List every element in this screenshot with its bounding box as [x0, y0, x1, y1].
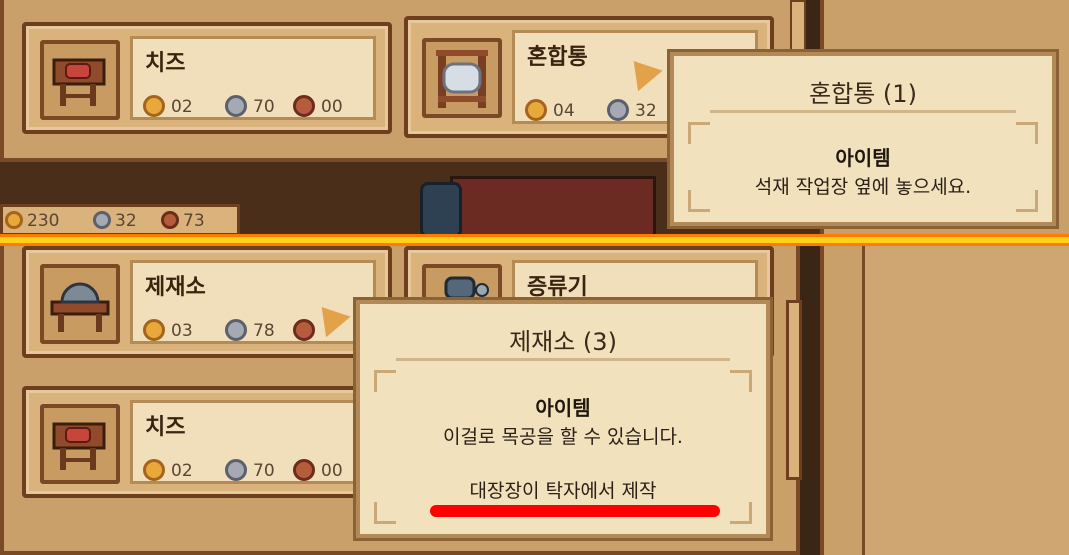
item-name: 제재소 — [145, 275, 206, 300]
gold-cost: 02 — [171, 97, 193, 117]
copper-coin-icon — [161, 211, 179, 229]
corner-ornament — [688, 190, 710, 212]
mixer-icon-frame — [422, 38, 502, 118]
shop-scrollbar-bottom[interactable] — [786, 300, 802, 480]
right-panel-inner — [862, 246, 1069, 555]
tooltip-description: 이걸로 목공을 할 수 있습니다. — [443, 426, 683, 448]
corner-ornament — [730, 502, 752, 524]
cheese-icon-frame — [40, 404, 120, 484]
tooltip-mixer: 혼합통 (1) 아이템 석재 작업장 옆에 놓으세요. — [670, 52, 1056, 226]
copper-coin-icon — [293, 319, 315, 341]
scene-divider-core — [0, 237, 1069, 243]
hud-gold: 230 — [27, 211, 60, 231]
tooltip-divider — [710, 110, 1016, 113]
tooltip-title: 혼합통 (1) — [809, 80, 917, 108]
tooltip-heading: 아이템 — [535, 396, 591, 420]
bottom-scene: 제재소 03 78 증류기 치즈 02 70 00 제재소 (3) 아이템 이걸… — [0, 246, 1069, 555]
sawmill-icon-frame — [40, 264, 120, 344]
copper-coin-icon — [293, 459, 315, 481]
shop-card-cheese-2[interactable]: 치즈 02 70 00 — [22, 386, 392, 498]
tooltip-description: 석재 작업장 옆에 놓으세요. — [754, 176, 972, 198]
stove-prop — [450, 176, 656, 236]
shop-card-cheese[interactable]: 치즈 02 70 00 — [22, 22, 392, 134]
tooltip-title: 제재소 (3) — [509, 328, 617, 356]
silver-cost: 78 — [253, 321, 275, 341]
silver-coin-icon — [225, 95, 247, 117]
hud-copper: 73 — [183, 211, 205, 231]
gold-cost: 02 — [171, 461, 193, 481]
corner-ornament — [730, 370, 752, 392]
gold-coin-icon — [143, 459, 165, 481]
gold-cost: 03 — [171, 321, 193, 341]
top-scene: 치즈 02 70 00 혼합통 04 32 230 32 73 혼합통 (1) … — [0, 0, 1069, 236]
cheese-icon — [52, 422, 106, 470]
cheese-info: 치즈 02 70 00 — [130, 400, 376, 484]
barrel-prop — [420, 182, 462, 236]
corner-ornament — [688, 122, 710, 144]
sawmill-icon — [50, 282, 110, 332]
hud-silver: 32 — [115, 211, 137, 231]
tooltip-heading: 아이템 — [835, 146, 891, 170]
tooltip-craft-note: 대장장이 탁자에서 제작 — [469, 480, 657, 502]
currency-hud: 230 32 73 — [0, 204, 240, 236]
craft-note-underline — [430, 505, 720, 517]
copper-coin-icon — [293, 95, 315, 117]
silver-coin-icon — [225, 459, 247, 481]
item-name: 혼합통 — [527, 45, 588, 70]
item-name: 치즈 — [145, 51, 186, 76]
silver-cost: 70 — [253, 461, 275, 481]
corner-ornament — [374, 502, 396, 524]
silver-cost: 32 — [635, 101, 657, 121]
mixer-icon — [436, 50, 488, 108]
cheese-info: 치즈 02 70 00 — [130, 36, 376, 120]
scene-divider — [0, 234, 1069, 246]
corner-ornament — [374, 370, 396, 392]
corner-ornament — [1016, 122, 1038, 144]
copper-cost: 00 — [321, 461, 343, 481]
silver-coin-icon — [225, 319, 247, 341]
silver-coin-icon — [607, 99, 629, 121]
gold-coin-icon — [525, 99, 547, 121]
cheese-icon — [52, 58, 106, 106]
cheese-icon-frame — [40, 40, 120, 120]
item-name: 증류기 — [527, 275, 588, 300]
tooltip-sawmill: 제재소 (3) 아이템 이걸로 목공을 할 수 있습니다. 대장장이 탁자에서 … — [356, 300, 770, 538]
gold-coin-icon — [143, 95, 165, 117]
gold-coin-icon — [5, 211, 23, 229]
silver-coin-icon — [93, 211, 111, 229]
item-name: 치즈 — [145, 415, 186, 440]
tooltip-divider — [396, 358, 730, 361]
copper-cost: 00 — [321, 97, 343, 117]
corner-ornament — [1016, 190, 1038, 212]
gold-coin-icon — [143, 319, 165, 341]
gold-cost: 04 — [553, 101, 575, 121]
silver-cost: 70 — [253, 97, 275, 117]
